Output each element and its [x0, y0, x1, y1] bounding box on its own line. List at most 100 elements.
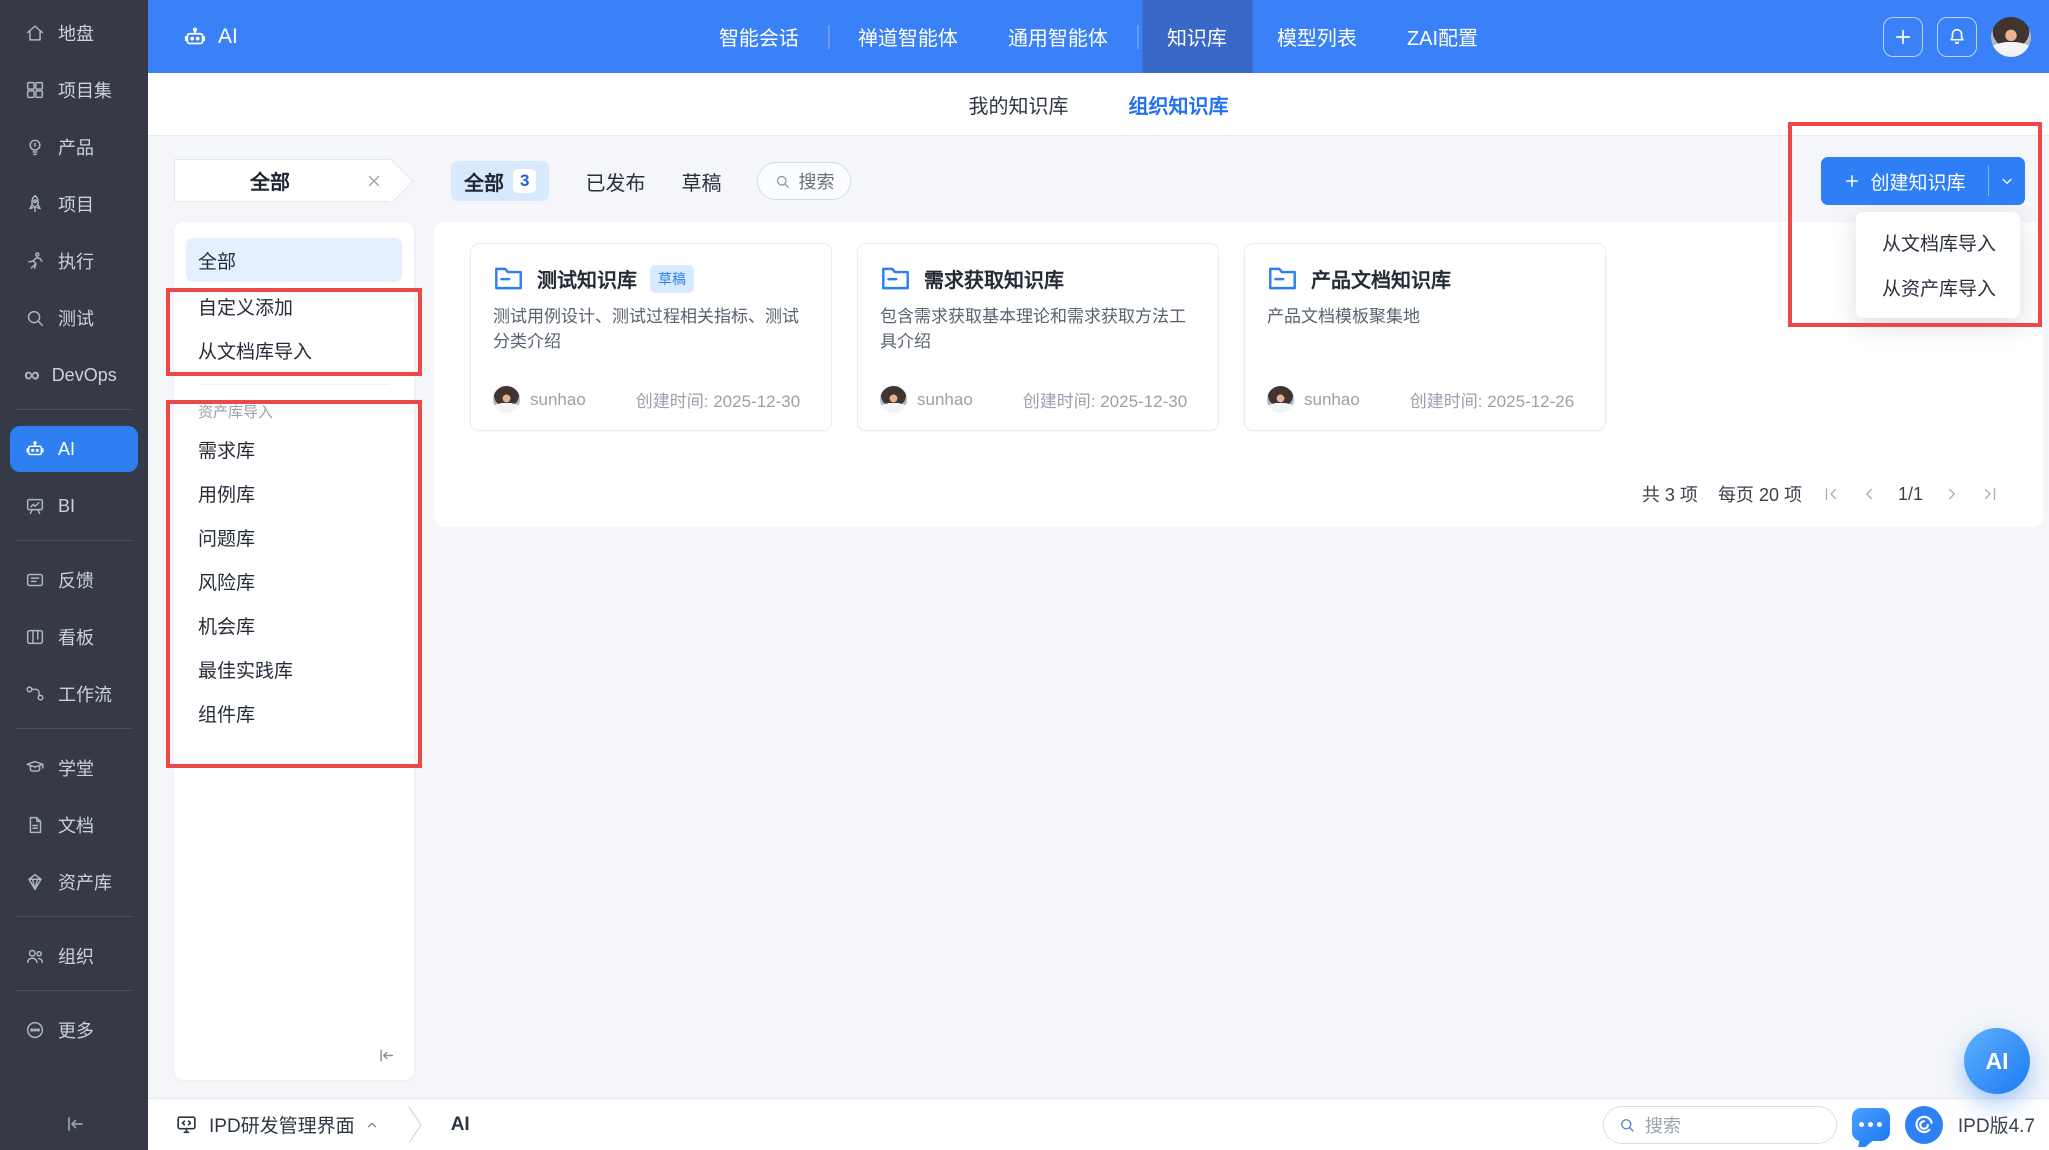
sidebar-item-label: DevOps	[52, 365, 117, 386]
tab-my-knowledge-base[interactable]: 我的知识库	[969, 90, 1069, 119]
folder-icon	[1267, 265, 1298, 292]
search-button[interactable]: 搜索	[757, 162, 851, 200]
kb-card-title: 测试知识库	[537, 264, 637, 293]
sidebar-item-product[interactable]: 产品	[0, 124, 148, 170]
prev-page-icon[interactable]	[1860, 485, 1878, 503]
search-button-label: 搜索	[798, 168, 834, 194]
sidebar-item-home[interactable]: 地盘	[0, 10, 148, 56]
sidebar-collapse-button[interactable]	[0, 1112, 148, 1136]
filter-item-issue-lib[interactable]: 问题库	[174, 515, 414, 559]
kb-card-description: 测试用例设计、测试过程相关指标、测试分类介绍	[493, 305, 809, 354]
sidebar-item-execution[interactable]: 执行	[0, 238, 148, 284]
footer-search-input[interactable]: 搜索	[1603, 1106, 1837, 1144]
ai-assistant-fab[interactable]: AI	[1964, 1028, 2030, 1094]
tab-all[interactable]: 全部 3	[451, 161, 549, 201]
nav-item-smart-chat[interactable]: 智能会话	[694, 0, 824, 73]
filter-item-doc-import[interactable]: 从文档库导入	[174, 328, 414, 372]
kb-card-description: 产品文档模板聚集地	[1267, 305, 1583, 330]
navbar-separator	[828, 25, 829, 49]
filter-item-component-lib[interactable]: 组件库	[174, 691, 414, 735]
nav-item-zai-config[interactable]: ZAI配置	[1382, 0, 1503, 73]
sidebar-item-label: 组织	[58, 943, 94, 969]
kb-card-requirement[interactable]: 需求获取知识库 包含需求获取基本理论和需求获取方法工具介绍 sunhao 创建时…	[857, 243, 1219, 431]
panel-collapse-button[interactable]	[375, 1045, 396, 1066]
bell-icon	[1946, 26, 1968, 48]
owner-avatar	[1267, 386, 1294, 413]
sidebar-item-project[interactable]: 项目	[0, 181, 148, 227]
search-icon	[1618, 1116, 1636, 1134]
collapse-left-icon	[375, 1045, 396, 1066]
sidebar-item-label: 学堂	[58, 755, 94, 781]
bulb-icon	[24, 136, 46, 158]
sidebar-item-org[interactable]: 组织	[0, 933, 148, 979]
create-kb-button[interactable]: 创建知识库	[1821, 157, 1988, 205]
filter-chip[interactable]: 全部	[174, 159, 392, 202]
bi-board-icon	[24, 495, 46, 517]
sidebar-item-ai[interactable]: AI	[10, 426, 138, 472]
navbar-menu: 智能会话 禅道智能体 通用智能体 知识库 模型列表 ZAI配置	[694, 0, 1503, 73]
sidebar-item-label: 更多	[58, 1017, 94, 1043]
filter-item-opportunity-lib[interactable]: 机会库	[174, 603, 414, 647]
created-time: 创建时间: 2025-12-26	[1410, 387, 1574, 412]
owner-name: sunhao	[1304, 390, 1360, 410]
sidebar-item-devops[interactable]: ∞ DevOps	[0, 352, 148, 398]
created-time: 创建时间: 2025-12-30	[1023, 387, 1187, 412]
sidebar-item-label: 地盘	[58, 20, 94, 46]
kb-list-panel: 测试知识库 草稿 测试用例设计、测试过程相关指标、测试分类介绍 sunhao 创…	[434, 222, 2043, 527]
tab-published[interactable]: 已发布	[585, 167, 645, 196]
tab-org-knowledge-base[interactable]: 组织知识库	[1129, 90, 1229, 119]
kb-card-product-doc[interactable]: 产品文档知识库 产品文档模板聚集地 sunhao 创建时间: 2025-12-2…	[1244, 243, 1606, 431]
document-icon	[24, 814, 46, 836]
search-icon	[774, 173, 791, 190]
last-page-icon[interactable]	[1981, 485, 1999, 503]
add-button[interactable]	[1883, 17, 1923, 57]
filter-item-custom-add[interactable]: 自定义添加	[174, 284, 414, 328]
nav-item-general-agent[interactable]: 通用智能体	[983, 0, 1133, 73]
pagination-per-page[interactable]: 每页 20 项	[1718, 481, 1802, 507]
first-page-icon[interactable]	[1822, 485, 1840, 503]
filter-item-all[interactable]: 全部	[186, 238, 402, 282]
nav-item-knowledge-base[interactable]: 知识库	[1142, 0, 1252, 73]
sidebar-item-feedback[interactable]: 反馈	[0, 557, 148, 603]
sidebar-item-kanban[interactable]: 看板	[0, 614, 148, 660]
nav-item-zentao-agent[interactable]: 禅道智能体	[833, 0, 983, 73]
kb-card-test[interactable]: 测试知识库 草稿 测试用例设计、测试过程相关指标、测试分类介绍 sunhao 创…	[470, 243, 832, 431]
create-kb-dropdown-toggle[interactable]	[1989, 157, 2025, 205]
navbar-separator	[1137, 25, 1138, 49]
filter-item-case-lib[interactable]: 用例库	[174, 471, 414, 515]
sidebar-item-school[interactable]: 学堂	[0, 745, 148, 791]
sidebar-item-qa[interactable]: 测试	[0, 295, 148, 341]
kb-card-title: 产品文档知识库	[1311, 264, 1451, 293]
category-filter-panel: 全部 自定义添加 从文档库导入 资产库导入 需求库 用例库 问题库 风险库 机会…	[174, 222, 414, 1080]
kb-card-title: 需求获取知识库	[924, 264, 1064, 293]
feedback-chat-icon[interactable]	[1852, 1108, 1890, 1141]
infinity-icon: ∞	[24, 364, 40, 386]
tab-draft[interactable]: 草稿	[681, 167, 721, 196]
user-avatar[interactable]	[1991, 17, 2031, 57]
sidebar-item-bi[interactable]: BI	[0, 483, 148, 529]
notification-button[interactable]	[1937, 17, 1977, 57]
close-icon[interactable]	[365, 172, 383, 190]
next-page-icon[interactable]	[1943, 485, 1961, 503]
filter-item-best-practice-lib[interactable]: 最佳实践库	[174, 647, 414, 691]
owner-name: sunhao	[530, 390, 586, 410]
nav-item-model-list[interactable]: 模型列表	[1252, 0, 1382, 73]
filter-item-risk-lib[interactable]: 风险库	[174, 559, 414, 603]
zentao-logo[interactable]	[1905, 1106, 1943, 1144]
sidebar-item-label: 执行	[58, 248, 94, 274]
sidebar-item-more[interactable]: 更多	[0, 1007, 148, 1053]
menu-item-import-from-doc[interactable]: 从文档库导入	[1856, 220, 2020, 265]
sidebar-item-doc[interactable]: 文档	[0, 802, 148, 848]
monitor-icon	[174, 1112, 199, 1137]
app-switcher[interactable]: IPD研发管理界面	[174, 1111, 379, 1138]
filter-item-requirement-lib[interactable]: 需求库	[174, 427, 414, 471]
gem-icon	[24, 871, 46, 893]
sidebar-item-assets[interactable]: 资产库	[0, 859, 148, 905]
menu-item-import-from-asset[interactable]: 从资产库导入	[1856, 265, 2020, 310]
owner-name: sunhao	[917, 390, 973, 410]
sidebar-item-program[interactable]: 项目集	[0, 67, 148, 113]
owner-avatar	[880, 386, 907, 413]
navbar-actions	[1883, 17, 2031, 57]
sidebar-item-workflow[interactable]: 工作流	[0, 671, 148, 717]
footer-search-placeholder: 搜索	[1645, 1112, 1681, 1138]
